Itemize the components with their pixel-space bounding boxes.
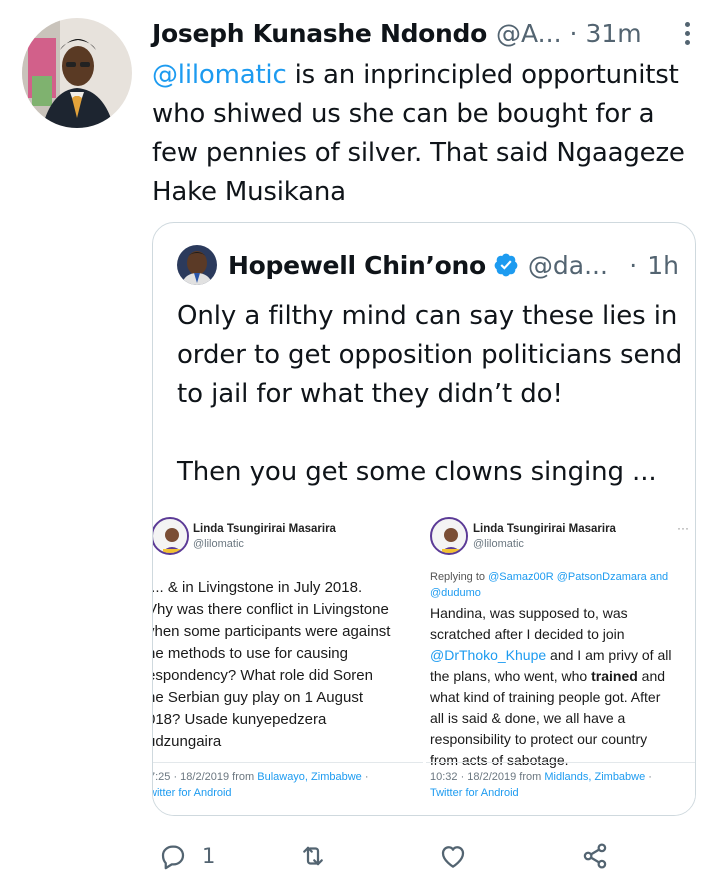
quoted-tweet-timestamp[interactable]: · 1h bbox=[629, 251, 679, 280]
mention-link[interactable]: @lilomatic bbox=[152, 60, 287, 90]
author-handle[interactable]: @A... bbox=[496, 19, 562, 48]
screenshot-body: Handina, was supposed to, was scratched … bbox=[430, 603, 671, 771]
quoted-author-handle[interactable]: @da... bbox=[528, 251, 608, 280]
screenshot-more-icon: ··· bbox=[677, 521, 689, 535]
screenshot-line: scratched after I decided to join bbox=[430, 626, 625, 642]
like-icon bbox=[441, 846, 465, 868]
share-button[interactable] bbox=[580, 836, 610, 876]
media-image-left[interactable]: Linda Tsungirirai Masarira @lilomatic /.… bbox=[153, 507, 423, 815]
screenshot-line: Handina, was supposed to, was bbox=[430, 605, 628, 621]
screenshot-author-name: Linda Tsungirirai Masarira bbox=[473, 523, 616, 535]
screenshot-line: what kind of training people got. After bbox=[430, 689, 661, 705]
quoted-paragraph-1: Only a filthy mind can say these lies in… bbox=[177, 301, 683, 409]
tweet-timestamp[interactable]: 31m bbox=[585, 19, 641, 48]
screenshot-author-handle: @lilomatic bbox=[473, 538, 524, 550]
reply-count: 1 bbox=[202, 844, 216, 868]
screenshot-meta-place: Bulawayo, Zimbabwe bbox=[257, 771, 362, 783]
screenshot-line-a: the plans, who went, who bbox=[430, 668, 592, 684]
quoted-tweet-header: Hopewell Chin’ono @da... · 1h bbox=[177, 243, 687, 287]
screenshot-avatar bbox=[430, 517, 468, 555]
screenshot-reply-context: Replying to @Samaz00R @PatsonDzamara and… bbox=[430, 569, 668, 601]
tweet-action-bar: 1 bbox=[152, 836, 620, 876]
screenshot-line: udzungaira bbox=[153, 733, 222, 750]
screenshot-divider bbox=[153, 762, 423, 763]
share-icon bbox=[583, 843, 607, 869]
screenshot-avatar bbox=[153, 517, 189, 555]
tweet-text: @lilomatic is an inprincipled opportunit… bbox=[152, 56, 707, 212]
screenshot-author-handle: @lilomatic bbox=[193, 538, 244, 550]
reply-button[interactable]: 1 bbox=[158, 836, 215, 876]
screenshot-mention: @DrThoko_Khupe bbox=[430, 647, 547, 663]
screenshot-meta-client: witter for Android bbox=[153, 787, 232, 799]
quoted-author-name[interactable]: Hopewell Chin’ono bbox=[228, 251, 486, 280]
screenshot-line: @DrThoko_Khupe and I am privy of all bbox=[430, 645, 671, 666]
screenshot-line-b: and bbox=[637, 668, 666, 684]
screenshot-line: all is said & done, we all have a bbox=[430, 710, 626, 726]
screenshot-reply-prefix: Replying to bbox=[430, 571, 489, 583]
retweet-button[interactable] bbox=[298, 836, 328, 876]
screenshot-meta-sep: · bbox=[645, 771, 652, 783]
reply-icon bbox=[161, 845, 185, 870]
screenshot-line: the plans, who went, who trained and bbox=[430, 666, 671, 687]
tweet-header: Joseph Kunashe Ndondo @A... · 31m bbox=[152, 16, 697, 50]
screenshot-meta: 10:32 · 18/2/2019 from Midlands, Zimbabw… bbox=[430, 769, 652, 801]
screenshot-line: espondency? What role did Soren bbox=[153, 667, 373, 684]
quoted-time-value: 1h bbox=[647, 250, 679, 280]
quoted-media-grid: Linda Tsungirirai Masarira @lilomatic /.… bbox=[153, 507, 695, 815]
quoted-author-avatar[interactable] bbox=[177, 245, 217, 285]
screenshot-reply-line2: @dudumo bbox=[430, 587, 481, 599]
screenshot-line-rest: and I am privy of all bbox=[546, 647, 672, 663]
screenshot-body: /... & in Livingstone in July 2018. Vhy … bbox=[153, 577, 390, 753]
screenshot-line: /... & in Livingstone in July 2018. bbox=[153, 579, 363, 596]
verified-badge-icon bbox=[494, 253, 518, 277]
screenshot-line: vhen some participants were against bbox=[153, 623, 391, 640]
screenshot-bold-word: trained bbox=[591, 668, 638, 684]
screenshot-line: Vhy was there conflict in Livingstone bbox=[153, 601, 389, 618]
media-image-right[interactable]: Linda Tsungirirai Masarira @lilomatic ··… bbox=[426, 507, 695, 815]
screenshot-author-name: Linda Tsungirirai Masarira bbox=[193, 523, 336, 535]
screenshot-line: he Serbian guy play on 1 August bbox=[153, 689, 363, 706]
screenshot-meta-sep: · bbox=[361, 771, 369, 783]
screenshot-divider bbox=[426, 762, 695, 763]
screenshot-meta: 7:25 · 18/2/2019 from Bulawayo, Zimbabwe… bbox=[153, 769, 369, 801]
screenshot-meta-time: 7:25 · 18/2/2019 from bbox=[153, 771, 258, 783]
quoted-tweet-card[interactable]: Hopewell Chin’ono @da... · 1h Only a filt… bbox=[152, 222, 696, 816]
more-options-icon[interactable] bbox=[677, 18, 697, 48]
screenshot-line: from acts of sabotage. bbox=[430, 752, 569, 768]
like-button[interactable] bbox=[438, 836, 468, 876]
quoted-paragraph-2: Then you get some clowns singing ... bbox=[177, 457, 657, 487]
author-name[interactable]: Joseph Kunashe Ndondo bbox=[152, 19, 487, 48]
header-separator: · bbox=[569, 18, 578, 48]
author-avatar[interactable] bbox=[22, 18, 132, 128]
quoted-tweet-text: Only a filthy mind can say these lies in… bbox=[177, 297, 687, 492]
quoted-header-separator: · bbox=[629, 250, 638, 280]
screenshot-line: 018? Usade kunyepedzera bbox=[153, 711, 327, 728]
screenshot-line: he methods to use for causing bbox=[153, 645, 348, 662]
screenshot-meta-client: Twitter for Android bbox=[430, 787, 519, 799]
screenshot-meta-place: Midlands, Zimbabwe bbox=[544, 771, 646, 783]
screenshot-reply-targets: @Samaz00R @PatsonDzamara and bbox=[488, 571, 669, 583]
retweet-icon bbox=[303, 846, 323, 866]
screenshot-line: responsibility to protect our country bbox=[430, 731, 648, 747]
screenshot-meta-time: 10:32 · 18/2/2019 from bbox=[430, 771, 545, 783]
